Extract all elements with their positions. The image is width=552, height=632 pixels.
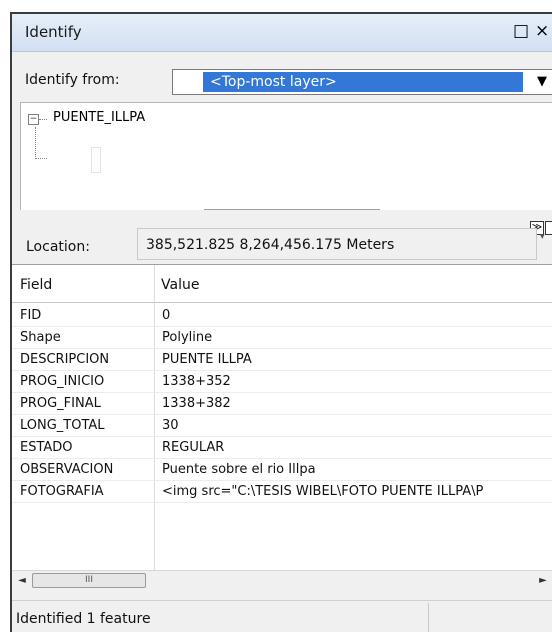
scroll-right-icon[interactable]: ►	[536, 573, 550, 589]
table-row[interactable]: FOTOGRAFIA <img src="C:\TESIS WIBEL\FOTO…	[12, 481, 552, 503]
table-row[interactable]: DESCRIPCION PUENTE ILLPA	[12, 349, 552, 371]
field-name: FOTOGRAFIA	[20, 484, 104, 499]
field-name: Shape	[20, 330, 61, 345]
identify-from-dropdown[interactable]: <Top-most layer> ▼	[172, 69, 552, 95]
field-name: FID	[20, 308, 42, 323]
close-icon[interactable]: ×	[535, 20, 549, 42]
chevron-down-icon[interactable]: ▼	[531, 71, 552, 93]
column-header-field[interactable]: Field	[20, 277, 52, 293]
field-value: <img src="C:\TESIS WIBEL\FOTO PUENTE ILL…	[162, 484, 484, 499]
table-row[interactable]: ESTADO REGULAR	[12, 437, 552, 459]
tree-node-puente-illpa[interactable]: PUENTE_ILLPA	[53, 110, 145, 125]
field-name: OBSERVACION	[20, 462, 114, 477]
splitter-handle[interactable]	[204, 209, 380, 210]
location-value: 385,521.825 8,264,456.175 Meters	[146, 237, 395, 253]
table-row[interactable]: PROG_FINAL 1338+382	[12, 393, 552, 415]
grid-header: Field Value	[12, 265, 552, 303]
identify-from-label: Identify from:	[25, 72, 120, 88]
panel-toggle-icon[interactable]	[545, 221, 552, 235]
field-name: PROG_INICIO	[20, 374, 105, 389]
location-label: Location:	[26, 239, 90, 255]
attribute-grid: Field Value FID 0 Shape Polyline DESCRIP…	[12, 264, 552, 574]
tree-child-node[interactable]	[91, 147, 101, 173]
horizontal-scrollbar[interactable]: ◄ III ►	[12, 570, 552, 590]
table-row[interactable]: FID 0	[12, 305, 552, 327]
table-row[interactable]: OBSERVACION Puente sobre el rio Illpa	[12, 459, 552, 481]
field-value: Puente sobre el rio Illpa	[162, 462, 316, 477]
field-value: PUENTE ILLPA	[162, 352, 252, 367]
column-header-value[interactable]: Value	[161, 277, 199, 293]
status-text: Identified 1 feature	[16, 611, 151, 627]
table-row[interactable]: Shape Polyline	[12, 327, 552, 349]
results-tree[interactable]: − PUENTE_ILLPA	[20, 102, 552, 210]
location-menu-icon[interactable]: ▾	[540, 232, 545, 242]
window-title: Identify	[25, 23, 82, 41]
tree-connector	[39, 119, 47, 120]
scroll-thumb[interactable]: III	[32, 573, 146, 588]
scroll-left-icon[interactable]: ◄	[14, 573, 30, 589]
field-name: PROG_FINAL	[20, 396, 101, 411]
status-bar: Identified 1 feature	[12, 600, 552, 632]
field-value: 0	[162, 308, 171, 323]
field-value: 1338+382	[162, 396, 231, 411]
status-divider	[428, 603, 429, 632]
tree-connector-vertical	[35, 127, 36, 159]
collapse-icon[interactable]: −	[28, 114, 39, 125]
field-value: Polyline	[162, 330, 213, 345]
identify-window: Identify □ × Identify from: <Top-most la…	[10, 12, 552, 632]
title-bar[interactable]: Identify □ ×	[12, 14, 552, 52]
table-row[interactable]: PROG_INICIO 1338+352	[12, 371, 552, 393]
field-value: 1338+352	[162, 374, 231, 389]
location-field: 385,521.825 8,264,456.175 Meters	[137, 228, 537, 260]
field-name: LONG_TOTAL	[20, 418, 105, 433]
field-name: DESCRIPCION	[20, 352, 110, 367]
restore-icon[interactable]: □	[513, 20, 529, 42]
table-row[interactable]: LONG_TOTAL 30	[12, 415, 552, 437]
field-value: 30	[162, 418, 179, 433]
field-value: REGULAR	[162, 440, 225, 455]
tree-connector-child	[35, 158, 47, 159]
field-name: ESTADO	[20, 440, 73, 455]
identify-from-selected: <Top-most layer>	[203, 72, 523, 92]
